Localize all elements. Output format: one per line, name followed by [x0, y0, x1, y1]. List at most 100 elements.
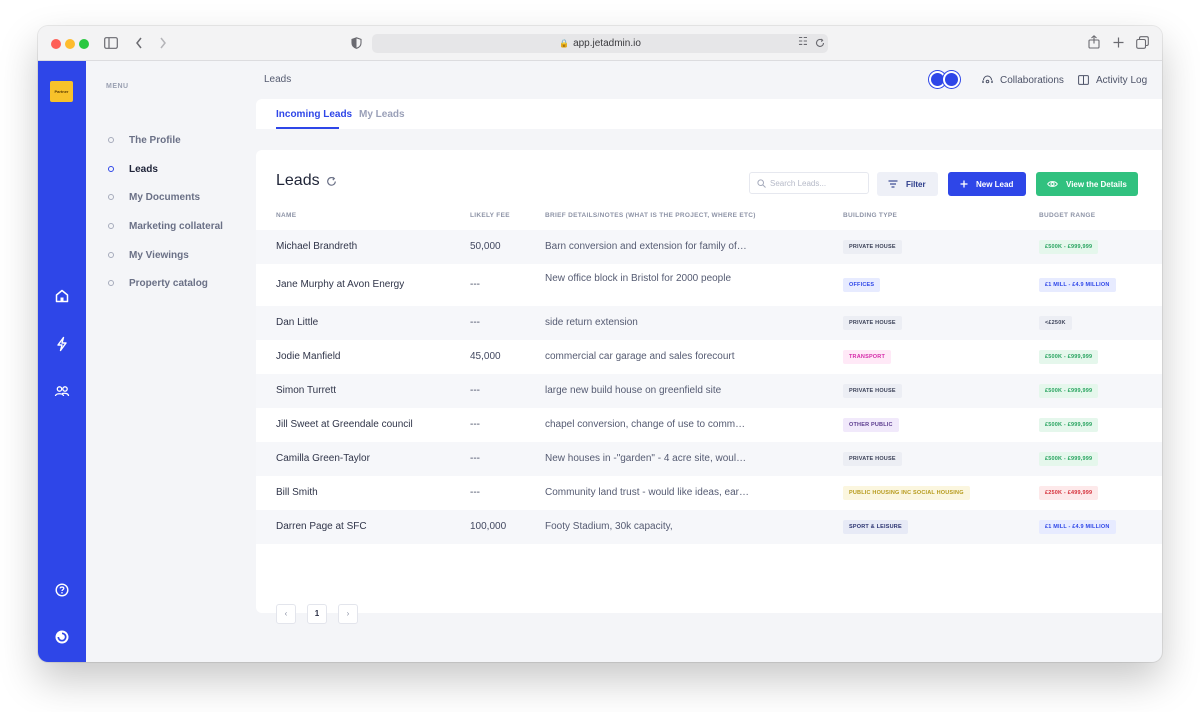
maximize-window-button[interactable] [79, 39, 89, 49]
page-title: Leads [276, 172, 320, 189]
reload-icon[interactable] [815, 38, 825, 48]
tabs-bar: Incoming Leads My Leads [256, 99, 1162, 129]
lead-fee: --- [470, 279, 480, 290]
view-details-label: View the Details [1066, 179, 1127, 189]
budget-badge: £500K - £999,999 [1039, 350, 1099, 364]
lead-fee: --- [470, 453, 480, 464]
table-row[interactable]: Jodie Manfield 45,000 commercial car gar… [256, 340, 1162, 374]
lead-fee: --- [470, 419, 480, 430]
building-type-badge: OFFICES [843, 278, 881, 292]
sidebar-toggle-icon[interactable] [104, 37, 118, 49]
menu-item-leads[interactable]: Leads [108, 161, 158, 177]
budget-badge: £250K - £499,999 [1039, 486, 1099, 500]
eye-icon [1047, 181, 1058, 187]
tab-incoming-leads[interactable]: Incoming Leads [276, 109, 352, 120]
pagination-page-button[interactable]: 1 [307, 604, 327, 624]
table-row[interactable]: Jill Sweet at Greendale council --- chap… [256, 408, 1162, 442]
menu-item-my-viewings[interactable]: My Viewings [108, 247, 189, 263]
browser-window: 🔒 app.jetadmin.io ☷ Partner MENU The Pro… [38, 26, 1162, 662]
budget-badge: £500K - £999,999 [1039, 240, 1099, 254]
lead-fee: 45,000 [470, 351, 501, 362]
breadcrumb[interactable]: Leads [264, 74, 291, 85]
minimize-window-button[interactable] [65, 39, 75, 49]
column-header-likely-fee[interactable]: LIKELY FEE [470, 212, 510, 219]
activity-log-label: Activity Log [1096, 74, 1148, 86]
filter-button[interactable]: Filter [877, 172, 938, 196]
table-row[interactable]: Jane Murphy at Avon Energy --- New offic… [256, 264, 1162, 306]
table-row[interactable]: Bill Smith --- Community land trust - wo… [256, 476, 1162, 510]
column-header-building-type[interactable]: BUILDING TYPE [843, 212, 897, 219]
menu-item-label: Marketing collateral [129, 220, 223, 232]
filter-label: Filter [906, 179, 926, 189]
budget-badge: £500K - £999,999 [1039, 418, 1099, 432]
address-bar[interactable]: 🔒 app.jetadmin.io [372, 34, 828, 53]
menu-item-the-profile[interactable]: The Profile [108, 132, 181, 148]
pagination-prev-button[interactable]: ‹ [276, 604, 296, 624]
search-input[interactable] [770, 176, 862, 191]
leads-card: Leads Filter New Lead [256, 150, 1162, 624]
lead-notes: large new build house on greenfield site [545, 385, 722, 396]
browser-titlebar: 🔒 app.jetadmin.io ☷ [38, 26, 1162, 61]
refresh-icon[interactable] [326, 176, 337, 187]
forward-icon[interactable] [159, 37, 167, 49]
menu-item-label: Leads [129, 163, 158, 175]
menu-item-dot [108, 252, 114, 258]
lead-name: Dan Little [276, 317, 319, 328]
column-header-budget-range[interactable]: BUDGET RANGE [1039, 212, 1095, 219]
lead-name: Bill Smith [276, 487, 318, 498]
activity-log-button[interactable]: Activity Log [1078, 70, 1147, 90]
budget-badge: £500K - £999,999 [1039, 452, 1099, 466]
back-icon[interactable] [135, 37, 143, 49]
table-row[interactable]: Michael Brandreth 50,000 Barn conversion… [256, 230, 1162, 264]
home-icon[interactable] [52, 286, 72, 306]
building-type-badge: PRIVATE HOUSE [843, 240, 902, 254]
menu-item-property-catalog[interactable]: Property catalog [108, 275, 208, 291]
table-row[interactable]: Simon Turrett --- large new build house … [256, 374, 1162, 408]
table-row[interactable]: Darren Page at SFC 100,000 Footy Stadium… [256, 510, 1162, 544]
lead-fee: --- [470, 317, 480, 328]
lead-name: Darren Page at SFC [276, 521, 367, 532]
new-tab-icon[interactable] [1113, 37, 1124, 48]
budget-badge: <£250K [1039, 316, 1072, 330]
building-type-badge: PUBLIC HOUSING INC SOCIAL HOUSING [843, 486, 970, 500]
menu-item-dot [108, 223, 114, 229]
collaborations-button[interactable]: Collaborations [982, 70, 1064, 90]
lead-notes: New office block in Bristol for 2000 peo… [545, 273, 732, 284]
search-icon [757, 179, 766, 188]
column-header-brief-details[interactable]: BRIEF DETAILS/NOTES (WHAT IS THE PROJECT… [545, 212, 756, 219]
building-type-badge: PRIVATE HOUSE [843, 316, 902, 330]
building-type-badge: PRIVATE HOUSE [843, 452, 902, 466]
share-icon[interactable] [1088, 35, 1100, 49]
menu-item-dot [108, 280, 114, 286]
users-icon[interactable] [52, 381, 72, 401]
brand-logo[interactable]: Partner [50, 81, 73, 102]
lead-name: Jane Murphy at Avon Energy [276, 279, 405, 290]
lead-notes: Community land trust - would like ideas,… [545, 487, 749, 498]
view-details-button[interactable]: View the Details [1036, 172, 1138, 196]
jetadmin-logo-icon[interactable] [52, 627, 72, 647]
close-window-button[interactable] [51, 39, 61, 49]
lightning-icon[interactable] [52, 334, 72, 354]
lead-fee: --- [470, 385, 480, 396]
menu-item-my-documents[interactable]: My Documents [108, 189, 200, 205]
table-row[interactable]: Dan Little --- side return extension PRI… [256, 306, 1162, 340]
plus-icon [960, 180, 968, 188]
menu-item-label: Property catalog [129, 277, 208, 289]
help-icon[interactable] [52, 580, 72, 600]
menu-item-label: The Profile [129, 134, 181, 146]
menu-item-marketing-collateral[interactable]: Marketing collateral [108, 218, 223, 234]
pagination-next-button[interactable]: › [338, 604, 358, 624]
column-header-name[interactable]: NAME [276, 212, 296, 219]
search-box[interactable] [749, 172, 869, 194]
budget-badge: £1 MILL - £4.9 MILLION [1039, 278, 1116, 292]
active-tab-indicator [276, 127, 339, 129]
new-lead-button[interactable]: New Lead [948, 172, 1026, 196]
tabs-overview-icon[interactable] [1136, 36, 1149, 49]
shield-icon[interactable] [351, 37, 362, 49]
translate-icon[interactable]: ☷ [798, 35, 808, 48]
table-row[interactable]: Camilla Green-Taylor --- New houses in -… [256, 442, 1162, 476]
lead-name: Simon Turrett [276, 385, 337, 396]
tab-my-leads[interactable]: My Leads [359, 109, 405, 120]
lead-notes: chapel conversion, change of use to comm… [545, 419, 749, 430]
avatar[interactable] [943, 71, 960, 88]
